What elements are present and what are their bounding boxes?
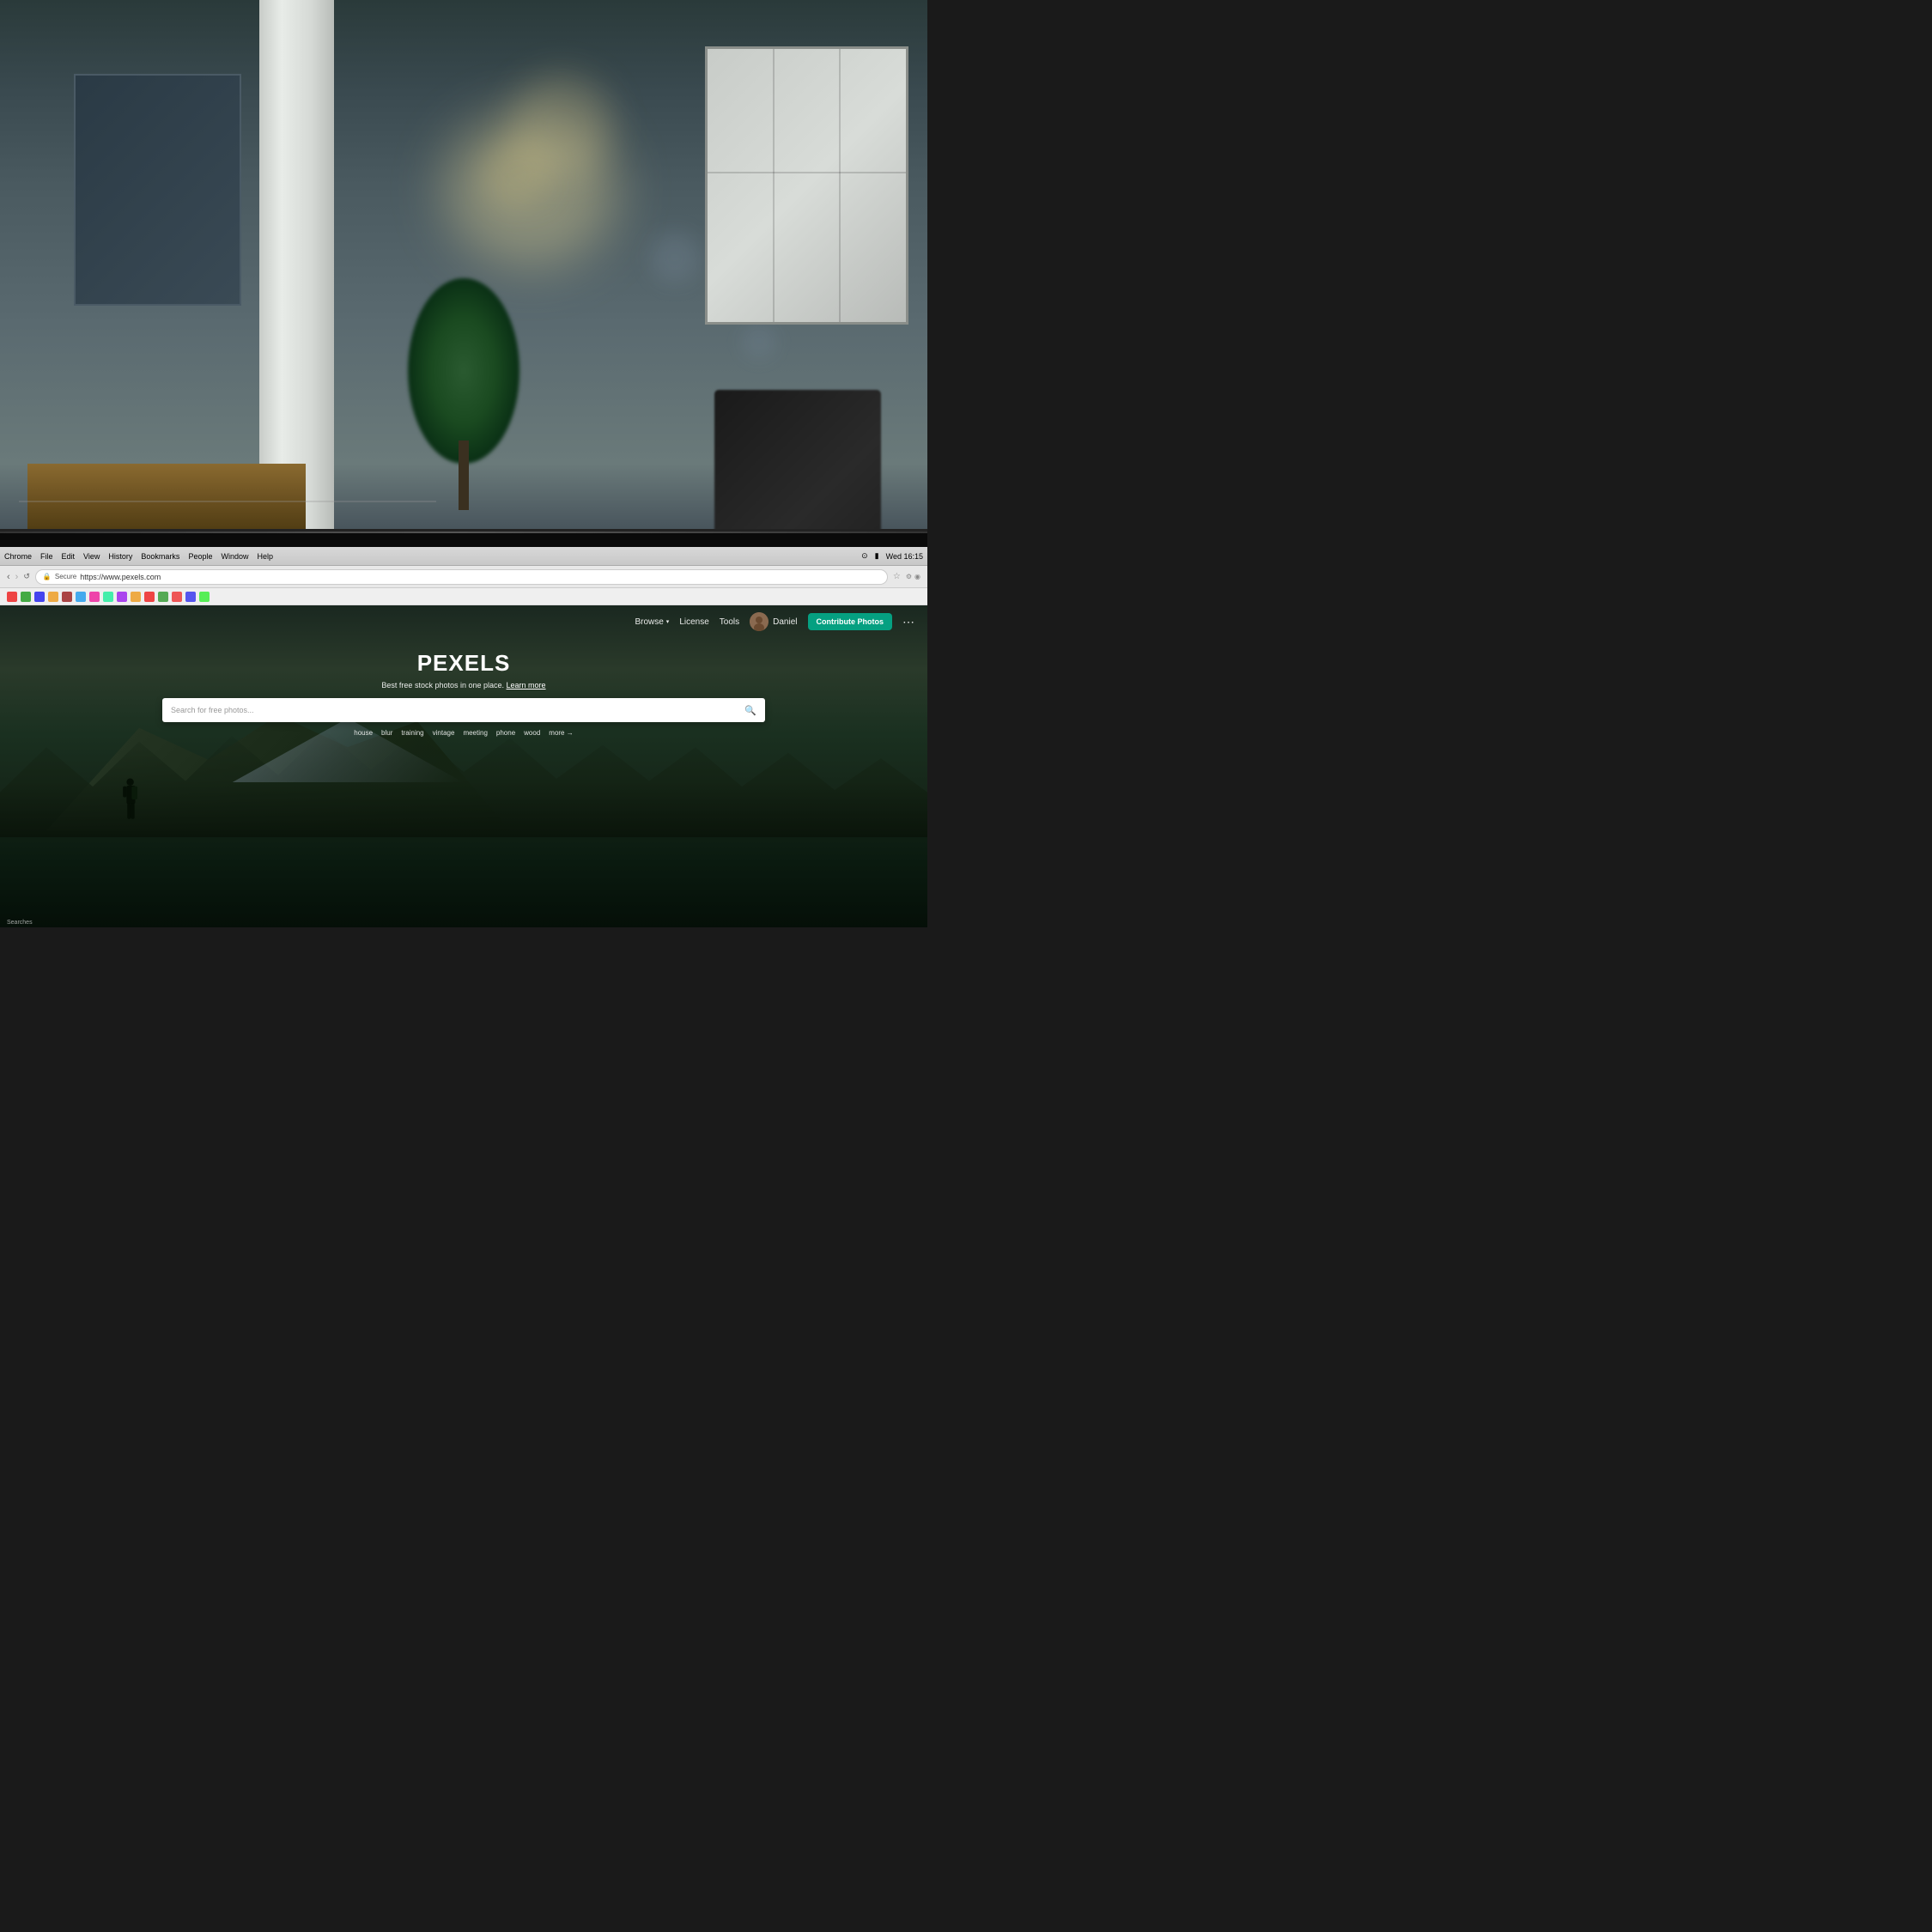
tools-link[interactable]: Tools [720, 617, 739, 627]
star-icon[interactable]: ☆ [893, 572, 901, 581]
tag-wood[interactable]: wood [524, 729, 540, 737]
bookmark-11[interactable] [144, 592, 155, 602]
user-area: Daniel [750, 612, 797, 631]
mac-tab-bar: Chrome File Edit View History Bookmarks … [0, 547, 927, 566]
bookmark-15[interactable] [199, 592, 210, 602]
tag-training[interactable]: training [401, 729, 423, 737]
mac-status-bar: ⊙ ▮ Wed 16:15 [861, 551, 923, 561]
menu-bookmarks[interactable]: Bookmarks [141, 552, 179, 561]
battery-icon: ▮ [875, 551, 879, 561]
wifi-icon: ⊙ [861, 551, 868, 561]
bookmark-10[interactable] [131, 592, 141, 602]
pexels-hero: Browse ▾ License Tools [0, 605, 927, 927]
menu-people[interactable]: People [188, 552, 212, 561]
menu-history[interactable]: History [108, 552, 132, 561]
bookmark-14[interactable] [185, 592, 196, 602]
license-link[interactable]: License [679, 617, 708, 627]
menu-chrome[interactable]: Chrome [4, 552, 32, 561]
quick-search-tags: house blur training vintage meeting phon… [354, 729, 573, 737]
pexels-navbar: Browse ▾ License Tools [0, 605, 927, 638]
browse-label: Browse [635, 617, 663, 627]
user-name-label: Daniel [773, 617, 797, 627]
railing-2 [19, 501, 436, 502]
tag-meeting[interactable]: meeting [463, 729, 487, 737]
plant [408, 278, 519, 510]
menu-edit[interactable]: Edit [62, 552, 76, 561]
ext-icon-1[interactable]: ⚙ [906, 573, 912, 580]
tag-vintage[interactable]: vintage [433, 729, 455, 737]
bookmark-3[interactable] [34, 592, 45, 602]
bookmark-6[interactable] [76, 592, 86, 602]
more-menu-button[interactable]: ⋯ [902, 615, 914, 629]
contribute-photos-button[interactable]: Contribute Photos [808, 613, 893, 630]
pexels-logo: PEXELS [417, 650, 511, 677]
lock-icon: 🔒 [43, 573, 52, 580]
address-bar-row: ‹ › ↺ 🔒 Secure https://www.pexels.com ☆ … [0, 566, 927, 588]
reload-button[interactable]: ↺ [23, 572, 30, 581]
bookmark-1[interactable] [7, 592, 17, 602]
browser-window: Chrome File Edit View History Bookmarks … [0, 547, 927, 927]
address-bar[interactable]: 🔒 Secure https://www.pexels.com [35, 569, 888, 585]
menu-help[interactable]: Help [257, 552, 273, 561]
learn-more-link[interactable]: Learn more [507, 681, 546, 690]
bookmark-7[interactable] [89, 592, 100, 602]
menu-view[interactable]: View [83, 552, 100, 561]
search-icon: 🔍 [744, 705, 756, 716]
pexels-tagline: Best free stock photos in one place. Lea… [381, 681, 545, 690]
search-container: Search for free photos... 🔍 [162, 698, 765, 722]
browse-menu[interactable]: Browse ▾ [635, 617, 669, 627]
bookmark-12[interactable] [158, 592, 168, 602]
url-display: https://www.pexels.com [80, 573, 161, 581]
extensions-area: ⚙ ◉ [906, 573, 920, 580]
bookmark-9[interactable] [117, 592, 127, 602]
pexels-hero-content: PEXELS Best free stock photos in one pla… [0, 640, 927, 737]
forward-button[interactable]: › [15, 572, 19, 582]
pexels-website: Browse ▾ License Tools [0, 605, 927, 927]
more-tags[interactable]: more → [549, 729, 573, 737]
background-window-right [705, 46, 909, 325]
clock: Wed 16:15 [886, 552, 923, 561]
menu-window[interactable]: Window [221, 552, 248, 561]
window-divider-v [773, 49, 775, 322]
bookmark-4[interactable] [48, 592, 58, 602]
bookmark-5[interactable] [62, 592, 72, 602]
secure-label: Secure [55, 573, 76, 580]
bookmark-8[interactable] [103, 592, 113, 602]
tag-blur[interactable]: blur [381, 729, 392, 737]
ext-icon-2[interactable]: ◉ [914, 573, 920, 580]
window-divider-h [708, 172, 907, 173]
searches-footer-label: Searches [7, 920, 33, 926]
bookmarks-bar [0, 588, 927, 605]
user-avatar[interactable] [750, 612, 769, 631]
browse-dropdown-arrow: ▾ [666, 618, 670, 625]
pexels-nav-right: Browse ▾ License Tools [635, 612, 914, 631]
person-hiker [112, 776, 149, 834]
background-window-left [74, 74, 240, 306]
back-button[interactable]: ‹ [7, 572, 10, 582]
search-bar[interactable]: Search for free photos... 🔍 [162, 698, 765, 722]
bookmark-2[interactable] [21, 592, 31, 602]
menu-file[interactable]: File [40, 552, 53, 561]
tag-house[interactable]: house [354, 729, 373, 737]
plant-leaves [408, 278, 519, 464]
search-placeholder-text: Search for free photos... [171, 706, 739, 714]
mac-menu: Chrome File Edit View History Bookmarks … [4, 552, 273, 561]
plant-stem [459, 440, 470, 510]
window-divider-v2 [839, 49, 841, 322]
tag-phone[interactable]: phone [496, 729, 515, 737]
tagline-text: Best free stock photos in one place. [381, 681, 504, 690]
bookmark-13[interactable] [172, 592, 182, 602]
screen-edge [0, 532, 927, 533]
